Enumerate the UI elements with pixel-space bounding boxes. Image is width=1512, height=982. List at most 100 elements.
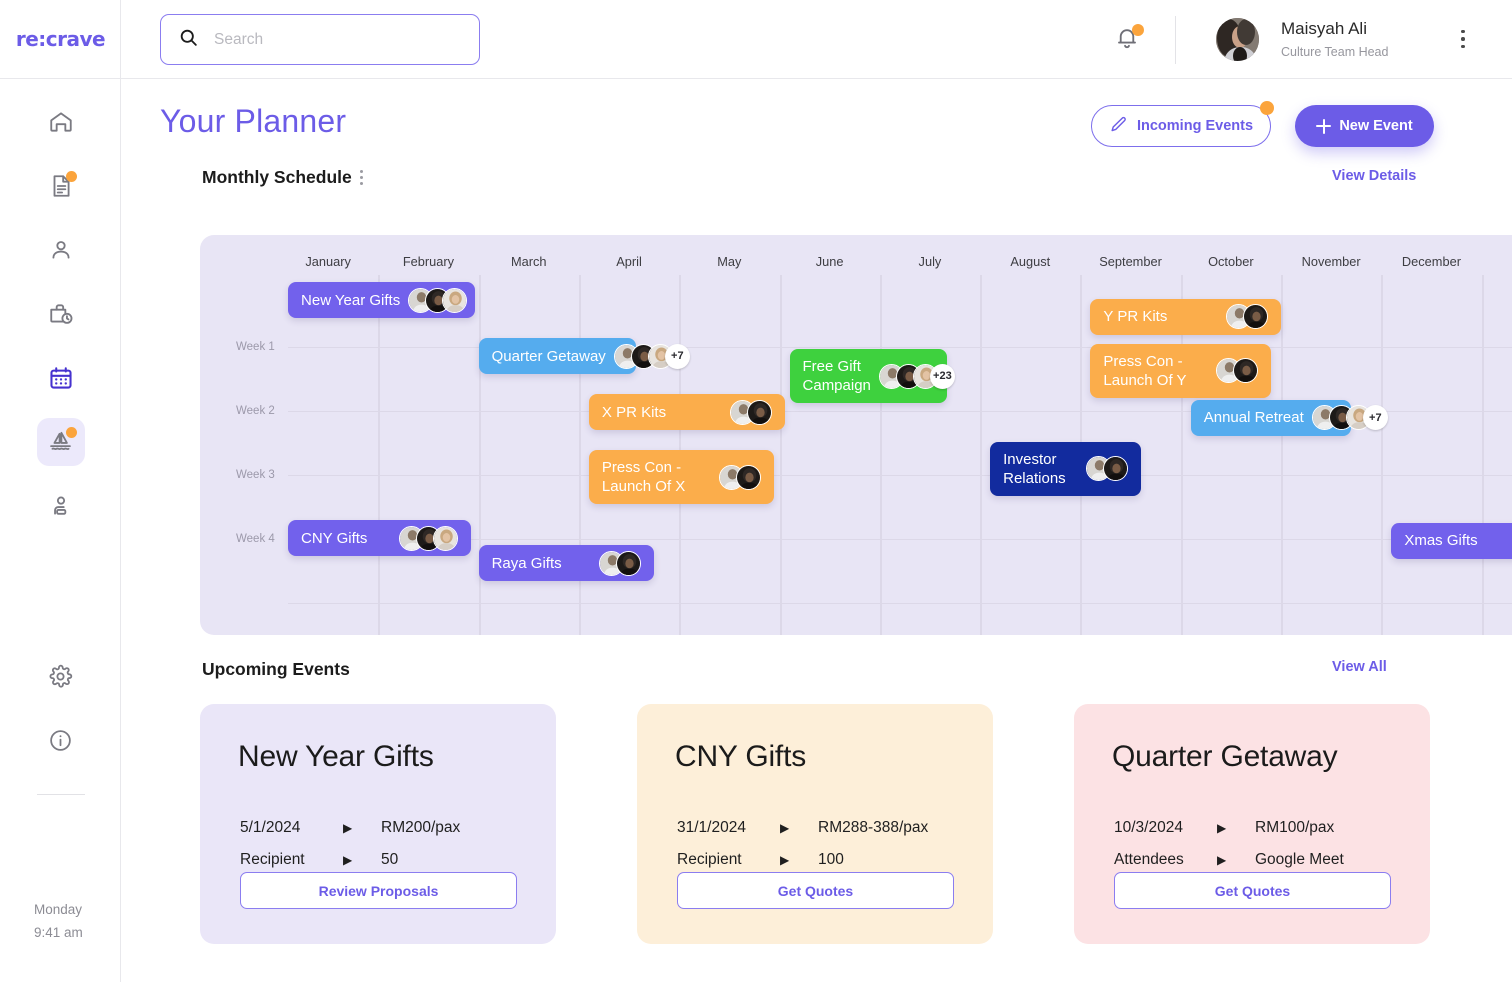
monthly-schedule-more-button[interactable] — [359, 170, 363, 185]
sidebar-item-jobs[interactable] — [37, 290, 85, 338]
timeline-event-bar[interactable]: Quarter Getaway +7 — [478, 338, 690, 374]
card-detail-value: RM200/pax — [381, 819, 461, 836]
timeline-event-label: New Year Gifts — [301, 291, 401, 309]
avatar — [1232, 358, 1258, 384]
card-detail-row: 31/1/2024 ▶ RM288-388/pax — [677, 812, 928, 844]
card-action-button[interactable]: Get Quotes — [677, 872, 954, 909]
clock-time: 9:41 am — [34, 925, 83, 940]
incoming-events-label: Incoming Events — [1136, 118, 1254, 134]
timeline-event-avatars — [711, 464, 762, 490]
card-detail-value: RM288-388/pax — [818, 819, 929, 836]
month-label: July — [918, 254, 942, 269]
week-label: Week 4 — [236, 533, 275, 545]
logo-text: re:crave — [15, 27, 106, 51]
sidebar-item-info[interactable] — [37, 716, 85, 764]
new-event-label: New Event — [1339, 118, 1413, 134]
monthly-schedule-title: Monthly Schedule — [202, 167, 352, 187]
timeline-event-avatars — [591, 550, 642, 576]
month-label: March — [510, 254, 547, 269]
timeline-event-label: Raya Gifts — [491, 554, 562, 572]
new-event-button[interactable]: New Event — [1295, 105, 1434, 147]
person-desk-icon — [48, 493, 74, 519]
person-icon — [48, 237, 74, 263]
sidebar-item-profile[interactable] — [37, 226, 85, 274]
sidebar-item-home[interactable] — [37, 98, 85, 146]
app-logo[interactable]: re:crave — [0, 0, 121, 79]
timeline-event-bar[interactable]: New Year Gifts — [288, 282, 475, 318]
week-label: Week 3 — [236, 469, 275, 481]
month-label: December — [1401, 254, 1461, 269]
search-input[interactable] — [214, 30, 454, 49]
search-box[interactable] — [160, 14, 480, 65]
card-title: Quarter Getaway — [1112, 740, 1338, 773]
sidebar-item-documents[interactable] — [37, 162, 85, 210]
notification-badge-icon — [1132, 24, 1144, 36]
timeline-event-avatars — [1208, 358, 1258, 384]
week-label: Week 2 — [236, 405, 275, 417]
card-detail-rows: 31/1/2024 ▶ RM288-388/pax Recipient ▶ 100 — [677, 812, 928, 876]
sidebar-nav — [0, 98, 121, 546]
search-icon — [178, 27, 199, 53]
month-label: January — [305, 254, 351, 269]
sidebar-item-workspace[interactable] — [37, 482, 85, 530]
sidebar-clock: Monday 9:41 am — [34, 898, 83, 944]
upcoming-events-heading: Upcoming Events — [202, 659, 350, 680]
timeline-gridline-vertical — [378, 275, 381, 635]
documents-badge-icon — [65, 171, 77, 182]
timeline-gridline-vertical — [879, 275, 882, 635]
card-action-button[interactable]: Review Proposals — [240, 872, 517, 909]
sidebar-item-calendar[interactable] — [37, 354, 85, 402]
month-label: April — [616, 254, 642, 269]
timeline-event-bar[interactable]: Press Con - Launch Of X — [588, 450, 775, 504]
timeline-event-label: Investor Relations — [1003, 450, 1066, 487]
sidebar: re:crave Monday 9:41 am — [0, 0, 121, 982]
timeline-gridline-vertical — [1481, 275, 1484, 635]
notifications-button[interactable] — [1114, 24, 1144, 55]
topbar-more-button[interactable] — [1451, 24, 1475, 54]
view-details-link[interactable]: View Details — [1332, 168, 1416, 184]
user-role: Culture Team Head — [1281, 45, 1389, 59]
upcoming-event-card[interactable]: CNY Gifts 31/1/2024 ▶ RM288-388/pax Recipien… — [637, 704, 993, 944]
week-label: Week 1 — [236, 341, 275, 353]
avatar — [746, 399, 772, 425]
main-content: Your Planner Incoming Events New Event M… — [121, 79, 1512, 982]
timeline-event-bar[interactable]: Press Con - Launch Of Y — [1090, 343, 1271, 398]
timeline-event-bar[interactable]: Y PR Kits — [1090, 298, 1281, 335]
card-action-button[interactable]: Get Quotes — [1114, 872, 1391, 909]
avatar[interactable] — [1216, 18, 1259, 61]
timeline-event-bar[interactable]: CNY Gifts — [288, 520, 471, 556]
timeline-event-bar[interactable]: Raya Gifts — [478, 545, 655, 582]
view-all-link[interactable]: View All — [1332, 659, 1387, 675]
timeline-event-bar[interactable]: Xmas Gifts — [1391, 522, 1512, 559]
month-label: May — [717, 254, 742, 269]
timeline-event-avatars: +7 — [1304, 405, 1388, 431]
timeline-event-bar[interactable]: Annual Retreat +7 — [1190, 399, 1388, 436]
arrow-right-icon: ▶ — [343, 821, 353, 835]
sidebar-bottom-nav — [0, 652, 121, 795]
incoming-events-button[interactable]: Incoming Events — [1091, 101, 1274, 147]
card-detail-value: RM100/pax — [1255, 819, 1335, 836]
timeline-event-bar[interactable]: Investor Relations — [990, 441, 1141, 496]
card-detail-rows: 5/1/2024 ▶ RM200/pax Recipient ▶ 50 — [240, 812, 460, 876]
timeline-gridline-horizontal — [288, 347, 1512, 348]
timeline-gridline-horizontal — [288, 603, 1512, 604]
sidebar-divider — [36, 794, 85, 795]
upcoming-event-card[interactable]: Quarter Getaway 10/3/2024 ▶ RM100/pax Attend… — [1074, 704, 1430, 944]
sidebar-item-settings[interactable] — [37, 652, 85, 700]
card-detail-row: 10/3/2024 ▶ RM100/pax — [1114, 812, 1344, 844]
timeline-gridline-horizontal — [288, 539, 1512, 540]
card-detail-value: 100 — [818, 851, 844, 868]
kebab-dot — [359, 181, 363, 185]
timeline-event-bar[interactable]: X PR Kits — [588, 394, 785, 430]
kebab-dot — [1461, 44, 1465, 49]
card-detail-key: 31/1/2024 — [677, 819, 746, 836]
timeline-gridline-vertical — [779, 275, 782, 635]
kebab-dot — [359, 170, 363, 174]
info-icon — [48, 728, 73, 753]
upcoming-event-card[interactable]: New Year Gifts 5/1/2024 ▶ RM200/pax Recipien… — [200, 704, 556, 944]
month-label: June — [815, 254, 844, 269]
timeline-event-bar[interactable]: Free Gift Campaign +23 — [789, 349, 955, 404]
sidebar-item-planner[interactable] — [36, 418, 85, 466]
kebab-dot — [1461, 37, 1465, 41]
avatar — [736, 464, 762, 490]
